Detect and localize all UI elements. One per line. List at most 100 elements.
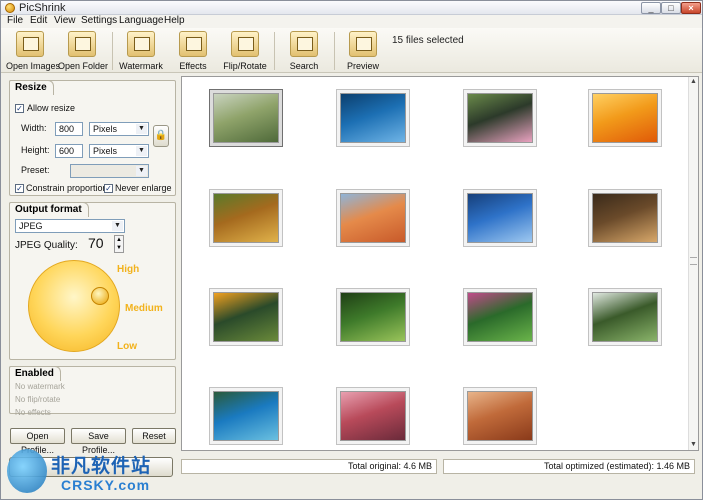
app-window: PicShrink _ □ × File Edit View Settings … bbox=[0, 0, 703, 500]
menu-help[interactable]: Help bbox=[164, 15, 185, 26]
toolbar-separator bbox=[334, 32, 335, 70]
height-unit-select[interactable]: Pixels ▼ bbox=[89, 144, 149, 158]
width-label: Width: bbox=[21, 123, 47, 133]
total-optimized: Total optimized (estimated): 1.46 MB bbox=[443, 459, 695, 474]
open-images-button[interactable]: Open Images bbox=[6, 30, 60, 72]
site-watermark: 非凡软件站 CRSKY.com bbox=[1, 447, 171, 500]
jpeg-quality-value[interactable]: 70 bbox=[88, 235, 104, 251]
effects-button[interactable]: Effects bbox=[169, 30, 217, 72]
never-enlarge-checkbox[interactable]: ✓ bbox=[104, 184, 113, 193]
menu-language[interactable]: Language bbox=[119, 15, 164, 26]
minimize-button[interactable]: _ bbox=[641, 2, 661, 14]
open-profile-button[interactable]: Open Profile... bbox=[10, 428, 65, 455]
title-bar: PicShrink _ □ × bbox=[1, 1, 702, 15]
quality-dial[interactable] bbox=[28, 260, 120, 352]
crsky-logo-icon bbox=[7, 449, 47, 493]
output-format-title: Output format bbox=[9, 202, 89, 217]
thumbnail-image bbox=[592, 193, 658, 243]
watermark-cn: 非凡软件站 bbox=[51, 456, 152, 477]
chevron-down-icon: ▼ bbox=[136, 146, 147, 156]
preview-icon bbox=[349, 31, 377, 57]
width-unit-value: Pixels bbox=[93, 124, 118, 134]
thumbnail-item[interactable] bbox=[209, 89, 283, 147]
watermark-button[interactable]: Watermark bbox=[117, 30, 165, 72]
format-select[interactable]: JPEG ▼ bbox=[15, 219, 125, 233]
thumbnail-image bbox=[467, 193, 533, 243]
scroll-thumb[interactable] bbox=[690, 257, 697, 265]
thumbnail-item[interactable] bbox=[463, 89, 537, 147]
thumbnail-image bbox=[340, 193, 406, 243]
scroll-down-icon[interactable]: ▼ bbox=[689, 440, 698, 450]
spin-down-icon[interactable]: ▼ bbox=[115, 244, 123, 252]
thumbnail-item[interactable] bbox=[588, 288, 662, 346]
enabled-group-title: Enabled bbox=[9, 366, 61, 381]
allow-resize-checkbox[interactable]: ✓ bbox=[15, 104, 24, 113]
thumbnail-item[interactable] bbox=[588, 189, 662, 247]
thumbnail-image bbox=[592, 292, 658, 342]
height-label: Height: bbox=[21, 145, 50, 155]
format-value: JPEG bbox=[19, 221, 43, 231]
toolbar-separator bbox=[112, 32, 113, 70]
thumbnail-item[interactable] bbox=[209, 189, 283, 247]
thumbnail-item[interactable] bbox=[209, 387, 283, 445]
width-unit-select[interactable]: Pixels ▼ bbox=[89, 122, 149, 136]
thumbnail-grid: ▲ ▼ bbox=[181, 76, 699, 451]
toolbar-separator bbox=[274, 32, 275, 70]
constrain-proportions-label: Constrain proportions bbox=[26, 183, 113, 193]
thumbnail-item[interactable] bbox=[588, 89, 662, 147]
preset-select[interactable]: ▼ bbox=[70, 164, 149, 178]
quality-spinner[interactable]: ▲ ▼ bbox=[114, 235, 124, 253]
window-title: PicShrink bbox=[19, 2, 66, 14]
thumbnail-item[interactable] bbox=[463, 288, 537, 346]
menu-file[interactable]: File bbox=[7, 15, 23, 26]
width-field[interactable]: 800 bbox=[55, 122, 83, 136]
files-selected-status: 15 files selected bbox=[392, 35, 464, 46]
preview-button[interactable]: Preview bbox=[339, 30, 387, 72]
thumbnail-item[interactable] bbox=[463, 387, 537, 445]
dial-low-label: Low bbox=[117, 341, 137, 352]
search-icon bbox=[290, 31, 318, 57]
spin-up-icon[interactable]: ▲ bbox=[115, 236, 123, 244]
height-field[interactable]: 600 bbox=[55, 144, 83, 158]
enabled-item: No watermark bbox=[15, 382, 65, 391]
thumbnail-item[interactable] bbox=[336, 89, 410, 147]
output-format-group: Output format JPEG ▼ JPEG Quality: 70 ▲ … bbox=[9, 202, 176, 360]
thumbnail-item[interactable] bbox=[463, 189, 537, 247]
menu-bar: File Edit View Settings Language Help bbox=[1, 15, 702, 28]
thumbnail-item[interactable] bbox=[209, 288, 283, 346]
chevron-down-icon: ▼ bbox=[112, 221, 123, 231]
allow-resize-label: Allow resize bbox=[27, 103, 76, 113]
preset-label: Preset: bbox=[21, 165, 50, 175]
search-button[interactable]: Search bbox=[280, 30, 328, 72]
menu-view[interactable]: View bbox=[54, 15, 76, 26]
settings-panel: Resize ✓ Allow resize Width: 800 Pixels … bbox=[1, 74, 179, 461]
vertical-scrollbar[interactable]: ▲ ▼ bbox=[688, 77, 698, 450]
chevron-down-icon: ▼ bbox=[136, 166, 147, 176]
open-folder-icon bbox=[68, 31, 96, 57]
menu-settings[interactable]: Settings bbox=[81, 15, 117, 26]
reset-button[interactable]: Reset bbox=[132, 428, 176, 444]
menu-edit[interactable]: Edit bbox=[30, 15, 47, 26]
thumbnail-image bbox=[340, 391, 406, 441]
dial-knob[interactable] bbox=[91, 287, 109, 305]
constrain-lock-button[interactable]: 🔒 bbox=[153, 125, 169, 147]
effects-icon bbox=[179, 31, 207, 57]
constrain-proportions-checkbox[interactable]: ✓ bbox=[15, 184, 24, 193]
scroll-up-icon[interactable]: ▲ bbox=[689, 77, 698, 87]
thumbnail-item[interactable] bbox=[336, 387, 410, 445]
thumbnail-image bbox=[340, 93, 406, 143]
enabled-group: Enabled No watermark No flip/rotate No e… bbox=[9, 366, 176, 417]
flip-rotate-button[interactable]: Flip/Rotate bbox=[221, 30, 269, 72]
effects-label: Effects bbox=[179, 61, 207, 71]
thumbnail-image bbox=[340, 292, 406, 342]
thumbnail-item[interactable] bbox=[336, 189, 410, 247]
thumbnail-item[interactable] bbox=[336, 288, 410, 346]
open-folder-button[interactable]: Open Folder bbox=[58, 30, 109, 72]
jpeg-quality-label: JPEG Quality: bbox=[15, 240, 78, 251]
open-folder-label: Open Folder bbox=[58, 61, 109, 71]
maximize-button[interactable]: □ bbox=[661, 2, 681, 14]
save-profile-button[interactable]: Save Profile... bbox=[71, 428, 126, 455]
height-unit-value: Pixels bbox=[93, 146, 118, 156]
resize-group-title: Resize bbox=[9, 80, 54, 95]
close-button[interactable]: × bbox=[681, 2, 701, 14]
